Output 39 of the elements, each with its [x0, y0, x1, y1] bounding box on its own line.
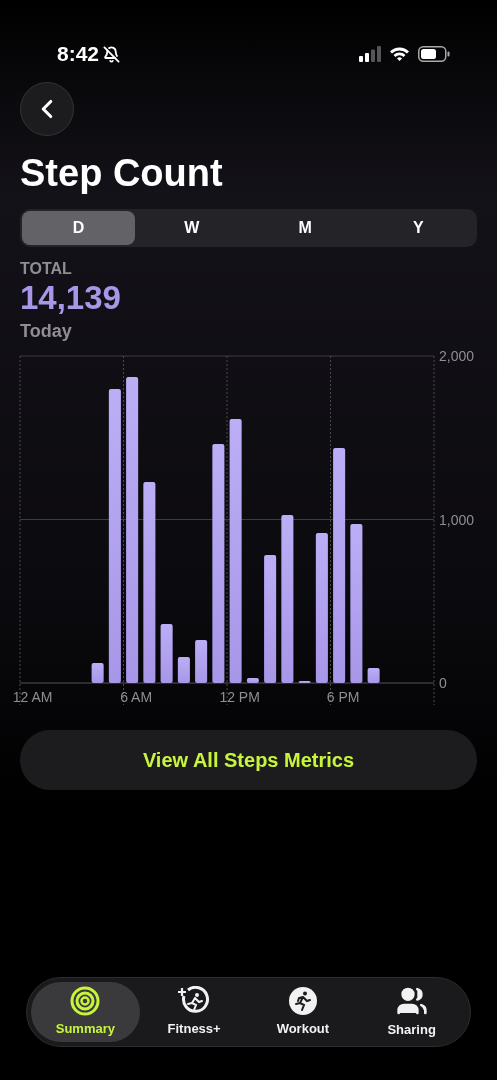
chart-bar	[177, 657, 190, 683]
range-tab[interactable]: M	[248, 211, 362, 245]
chart-bar	[195, 640, 208, 683]
rings-icon	[70, 985, 101, 1016]
y-axis-label: 0	[439, 675, 447, 691]
tab-bar-item[interactable]: Sharing	[357, 982, 466, 1042]
chart-bar	[160, 624, 173, 683]
view-metrics-button[interactable]: View All Steps Metrics	[20, 730, 477, 790]
y-axis-label: 1,000	[439, 511, 475, 528]
tab-label: Fitness+	[167, 1019, 221, 1038]
chart-bar	[367, 667, 380, 683]
chart-bar	[91, 663, 104, 683]
y-axis-label: 2,000	[439, 348, 475, 364]
back-button[interactable]	[20, 82, 74, 136]
tab-bar-item[interactable]: Fitness+	[139, 982, 249, 1042]
x-axis-label: 12 PM	[219, 689, 260, 705]
running-figure-icon	[287, 985, 318, 1016]
bell-muted-icon	[103, 45, 121, 63]
clock-time: 8:42	[57, 41, 100, 68]
tab-bar-item[interactable]: Summary	[31, 982, 140, 1042]
tab-label: Sharing	[387, 1020, 436, 1039]
total-label: TOTAL	[20, 259, 73, 279]
x-axis-label: 6 PM	[326, 689, 360, 705]
chart-bar	[246, 677, 259, 683]
battery-icon	[418, 46, 450, 62]
tab-label: Workout	[276, 1019, 330, 1038]
total-steps-value: 14,139	[20, 279, 122, 317]
range-tab[interactable]: D	[22, 211, 136, 245]
tab-label: Summary	[55, 1019, 115, 1038]
signal-icon	[359, 46, 381, 62]
range-tab[interactable]: Y	[361, 211, 475, 245]
x-axis-label: 12 AM	[12, 689, 53, 705]
x-axis-label: 6 AM	[120, 689, 153, 705]
period-label: Today	[20, 320, 73, 343]
tab-bar-item[interactable]: Workout	[248, 982, 358, 1042]
page-title: Step Count	[20, 151, 224, 196]
running-circle-icon	[178, 985, 211, 1016]
range-tab[interactable]: W	[135, 211, 249, 245]
wifi-icon	[389, 46, 410, 62]
